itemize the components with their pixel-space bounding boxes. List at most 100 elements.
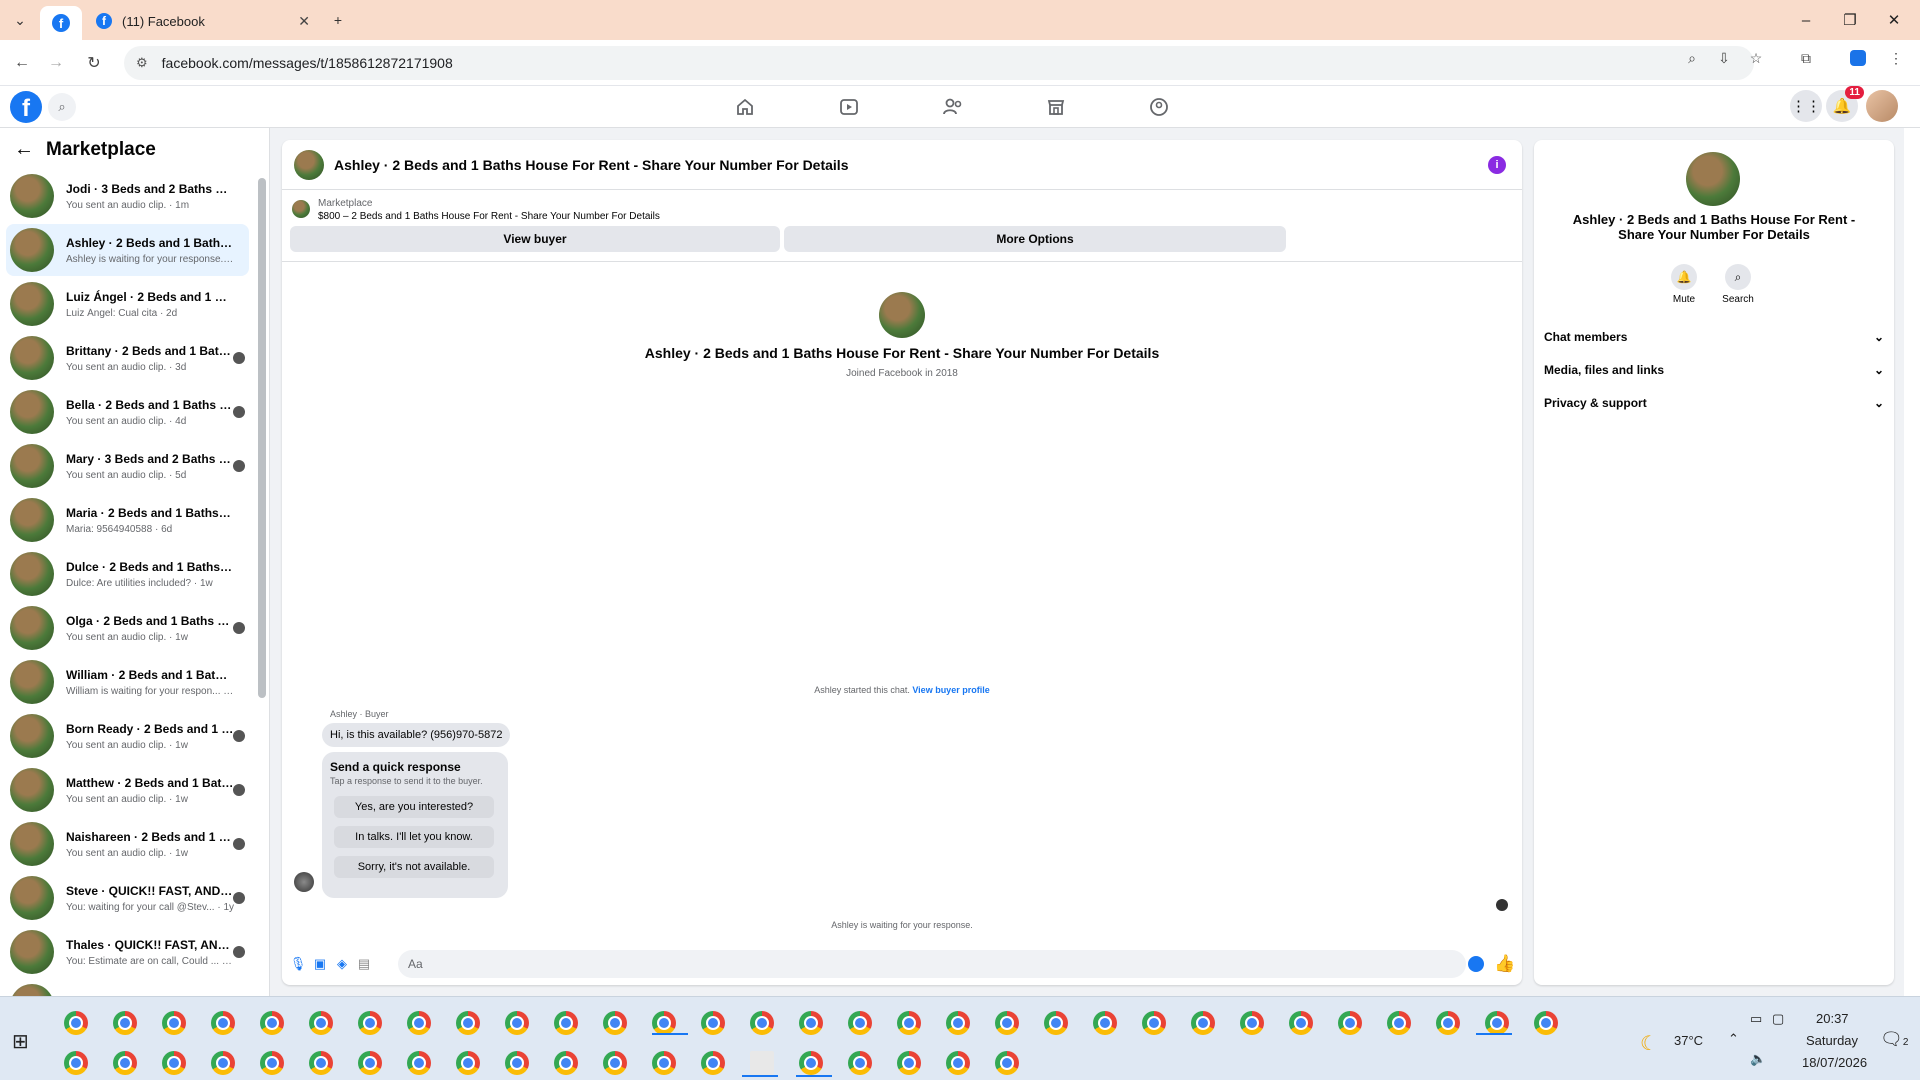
view-buyer-profile-link[interactable]: View buyer profile (912, 685, 989, 695)
chrome-taskbar-icon[interactable] (799, 1051, 823, 1075)
sidebar-scrollbar[interactable] (258, 168, 266, 808)
clock-time[interactable]: 20:37 (1816, 1011, 1849, 1026)
privacy-support-row[interactable]: Privacy & support ⌄ (1544, 392, 1884, 414)
chrome-taskbar-icon[interactable] (456, 1011, 480, 1035)
chrome-taskbar-icon[interactable] (113, 1011, 137, 1035)
info-avatar[interactable] (1686, 152, 1740, 206)
conversation-item[interactable]: Born Ready · 2 Beds and 1 Ba... You sent … (6, 710, 249, 762)
browser-menu-icon[interactable]: ⋮ (1886, 48, 1906, 68)
chrome-taskbar-icon[interactable] (652, 1051, 676, 1075)
sticker-icon[interactable]: ◈ (334, 956, 350, 972)
chrome-taskbar-icon[interactable] (995, 1051, 1019, 1075)
chrome-taskbar-icon[interactable] (162, 1051, 186, 1075)
chrome-taskbar-icon[interactable] (897, 1011, 921, 1035)
chrome-taskbar-icon[interactable] (64, 1051, 88, 1075)
chrome-taskbar-icon[interactable] (64, 1011, 88, 1035)
chrome-taskbar-icon[interactable] (603, 1011, 627, 1035)
close-window-button[interactable]: ✕ (1874, 6, 1914, 34)
chrome-taskbar-icon[interactable] (358, 1011, 382, 1035)
restore-button[interactable]: ❐ (1830, 6, 1870, 34)
meet-icon[interactable]: ▭ (1750, 1011, 1762, 1027)
chrome-taskbar-icon[interactable] (407, 1051, 431, 1075)
chrome-taskbar-icon[interactable] (211, 1051, 235, 1075)
close-tab-icon[interactable]: ✕ (298, 13, 310, 30)
marketplace-icon[interactable] (1043, 94, 1069, 120)
chrome-taskbar-icon[interactable] (505, 1011, 529, 1035)
file-taskbar-icon[interactable] (750, 1051, 774, 1075)
chrome-taskbar-icon[interactable] (1387, 1011, 1411, 1035)
chrome-taskbar-icon[interactable] (554, 1011, 578, 1035)
photo-icon[interactable]: ▣ (312, 956, 328, 972)
chrome-taskbar-icon[interactable] (456, 1051, 480, 1075)
chrome-taskbar-icon[interactable] (1338, 1011, 1362, 1035)
chrome-taskbar-icon[interactable] (701, 1011, 725, 1035)
chrome-taskbar-icon[interactable] (1191, 1011, 1215, 1035)
emoji-icon[interactable] (1468, 956, 1484, 972)
chat-avatar[interactable] (294, 149, 324, 180)
chrome-taskbar-icon[interactable] (799, 1011, 823, 1035)
back-arrow-icon[interactable]: ← (14, 138, 34, 161)
chrome-taskbar-icon[interactable] (1044, 1011, 1068, 1035)
microphone-icon[interactable]: 🎙 (290, 956, 307, 972)
chrome-taskbar-icon[interactable] (946, 1051, 970, 1075)
chrome-taskbar-icon[interactable] (505, 1051, 529, 1075)
groups-icon[interactable] (1146, 94, 1172, 120)
chrome-taskbar-icon[interactable] (1093, 1011, 1117, 1035)
temperature[interactable]: 37°C (1674, 1033, 1703, 1048)
message-input[interactable]: Aa (398, 950, 1466, 978)
reload-button[interactable]: ↻ (82, 51, 106, 75)
chrome-taskbar-icon[interactable] (750, 1011, 774, 1035)
chrome-taskbar-icon[interactable] (1534, 1011, 1558, 1035)
chrome-taskbar-icon[interactable] (358, 1051, 382, 1075)
page-scrollbar[interactable] (1904, 128, 1920, 996)
chat-members-row[interactable]: Chat members ⌄ (1544, 326, 1884, 348)
video-icon[interactable] (836, 94, 862, 120)
conversation-item[interactable]: Thales · QUICK!! FAST, AND A... You: Esti… (6, 926, 249, 978)
chrome-taskbar-icon[interactable] (554, 1051, 578, 1075)
chrome-taskbar-icon[interactable] (848, 1011, 872, 1035)
chrome-taskbar-icon[interactable] (260, 1051, 284, 1075)
conversation-item[interactable]: William · 2 Beds and 1 Baths Ho... Willia… (6, 656, 249, 708)
chrome-taskbar-icon[interactable] (260, 1011, 284, 1035)
conversation-item[interactable]: Steve · QUICK!! FAST, AND A... You: waiti… (6, 872, 249, 924)
weather-moon-icon[interactable]: ☾ (1640, 1031, 1658, 1056)
search-action[interactable]: ⌕ Search (1718, 264, 1758, 305)
tab-facebook[interactable]: f (11) Facebook ✕ (88, 6, 318, 36)
notification-center-icon[interactable]: 🗨2 (1880, 1029, 1908, 1050)
bookmark-star-icon[interactable]: ☆ (1746, 48, 1766, 68)
new-tab-button[interactable]: + (326, 8, 350, 32)
chevron-up-icon[interactable]: ⌃ (1728, 1031, 1739, 1047)
profile-icon[interactable] (1848, 48, 1868, 68)
volume-icon[interactable]: 🔈 (1750, 1051, 1766, 1067)
address-bar[interactable]: ⚙ facebook.com/messages/t/18586128721719… (124, 46, 1754, 80)
friends-icon[interactable] (940, 94, 966, 120)
more-options-button[interactable]: More Options (784, 226, 1286, 252)
tab-search-icon[interactable]: ⌄ (8, 8, 32, 32)
network-icon[interactable]: ▢ (1772, 1011, 1784, 1027)
quick-response-talks[interactable]: In talks. I'll let you know. (334, 826, 494, 848)
chat-title[interactable]: Ashley · 2 Beds and 1 Baths House For Re… (334, 157, 849, 173)
conversation-item[interactable]: Dulce · 2 Beds and 1 Baths Hou... Dulce: … (6, 548, 249, 600)
buyer-avatar[interactable] (294, 872, 314, 892)
chrome-taskbar-icon[interactable] (652, 1011, 676, 1035)
notifications-icon[interactable]: 🔔 11 (1826, 86, 1864, 122)
tab-pinned-facebook[interactable]: f (40, 6, 82, 40)
chrome-taskbar-icon[interactable] (946, 1011, 970, 1035)
mute-action[interactable]: 🔔 Mute (1664, 264, 1704, 305)
menu-grid-icon[interactable]: ⋮⋮ (1790, 90, 1822, 122)
facebook-logo-icon[interactable]: f (10, 91, 42, 123)
conversation-item[interactable]: Maria · 2 Beds and 1 Baths Hou... Maria: … (6, 494, 249, 546)
chrome-taskbar-icon[interactable] (897, 1051, 921, 1075)
conversation-item[interactable]: Ashley · 2 Beds and 1 Baths Ho... Ashley … (6, 224, 249, 276)
listing-title[interactable]: $800 – 2 Beds and 1 Baths House For Rent… (318, 211, 660, 222)
home-icon[interactable] (732, 94, 758, 120)
search-icon[interactable]: ⌕ (48, 93, 76, 121)
chrome-taskbar-icon[interactable] (848, 1051, 872, 1075)
chrome-taskbar-icon[interactable] (309, 1051, 333, 1075)
gif-icon[interactable]: ▤ (356, 956, 372, 972)
like-icon[interactable]: 👍 (1494, 954, 1515, 974)
chrome-taskbar-icon[interactable] (701, 1051, 725, 1075)
conversation-item[interactable]: Olga · 2 Beds and 1 Baths Ho... You sent … (6, 602, 249, 654)
bell-icon[interactable]: 🔔 (1671, 264, 1697, 290)
search-icon[interactable]: ⌕ (1725, 264, 1751, 290)
